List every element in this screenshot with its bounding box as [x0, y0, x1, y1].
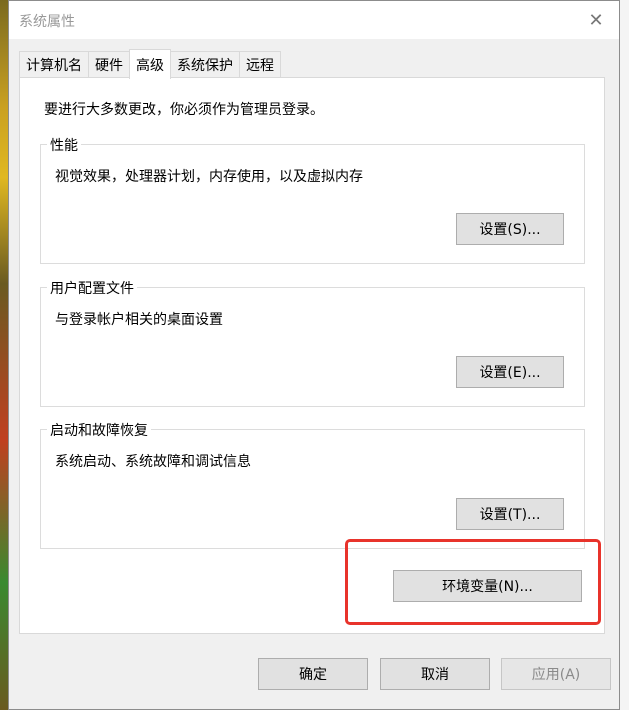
performance-description: 视觉效果，处理器计划，内存使用，以及虚拟内存 [55, 169, 363, 185]
close-icon[interactable]: ✕ [581, 7, 611, 33]
cancel-button[interactable]: 取消 [380, 658, 490, 690]
performance-group-title: 性能 [47, 135, 81, 155]
performance-settings-button[interactable]: 设置(S)... [456, 213, 564, 245]
ok-button[interactable]: 确定 [258, 658, 368, 690]
desktop-background-right [619, 0, 629, 710]
startup-recovery-group: 启动和故障恢复 系统启动、系统故障和调试信息 设置(T)... [40, 420, 585, 549]
startup-recovery-settings-button[interactable]: 设置(T)... [456, 498, 564, 530]
tab-hardware[interactable]: 硬件 [88, 51, 130, 78]
user-profiles-group-title: 用户配置文件 [47, 278, 137, 298]
startup-recovery-description: 系统启动、系统故障和调试信息 [55, 454, 251, 470]
user-profiles-description: 与登录帐户相关的桌面设置 [55, 312, 223, 328]
user-profiles-group: 用户配置文件 与登录帐户相关的桌面设置 设置(E)... [40, 278, 585, 407]
apply-button[interactable]: 应用(A) [501, 658, 611, 690]
tab-remote[interactable]: 远程 [239, 51, 281, 78]
admin-notice: 要进行大多数更改，你必须作为管理员登录。 [44, 102, 324, 118]
tab-bar: 计算机名 硬件 高级 系统保护 远程 [19, 49, 281, 79]
startup-recovery-group-title: 启动和故障恢复 [47, 420, 151, 440]
tab-system-protection[interactable]: 系统保护 [170, 51, 240, 78]
highlight-box [345, 539, 601, 625]
tab-advanced[interactable]: 高级 [129, 49, 171, 79]
title-bar[interactable]: 系统属性 ✕ [9, 1, 619, 39]
window-title: 系统属性 [19, 14, 75, 30]
tab-computer-name[interactable]: 计算机名 [19, 51, 89, 78]
system-properties-dialog: 系统属性 ✕ 计算机名 硬件 高级 系统保护 远程 要进行大多数更改，你必须作为… [8, 0, 620, 710]
user-profiles-settings-button[interactable]: 设置(E)... [456, 356, 564, 388]
performance-group: 性能 视觉效果，处理器计划，内存使用，以及虚拟内存 设置(S)... [40, 135, 585, 264]
